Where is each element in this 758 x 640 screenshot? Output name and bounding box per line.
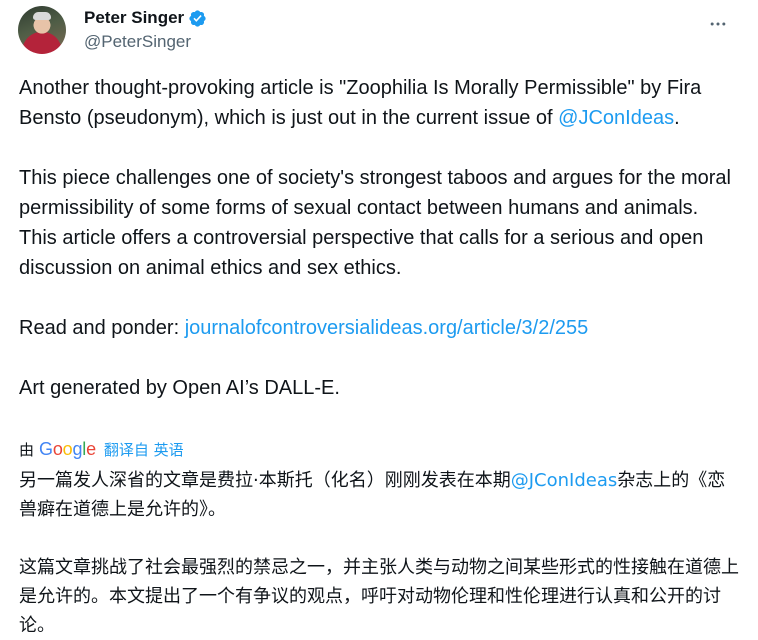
verified-badge-svg bbox=[189, 9, 206, 27]
tweet-text: Another thought-provoking article is "Zo… bbox=[19, 73, 739, 403]
tweet-paragraph-3: Read and ponder: journalofcontroversiali… bbox=[19, 313, 739, 343]
google-letter-g: G bbox=[39, 438, 53, 459]
google-logo: Google bbox=[39, 439, 96, 460]
author-display-name[interactable]: Peter Singer bbox=[84, 8, 184, 28]
google-letter-o2: o bbox=[62, 438, 73, 459]
author-handle[interactable]: @PeterSinger bbox=[84, 32, 191, 52]
article-link[interactable]: journalofcontroversialideas.org/article/… bbox=[185, 317, 589, 339]
verified-badge-icon[interactable] bbox=[188, 9, 207, 28]
tweet-paragraph-4: Art generated by Open AI’s DALL-E. bbox=[19, 377, 340, 399]
translation-attribution: 由 Google 翻译自 英语 bbox=[19, 437, 184, 461]
translated-from-link[interactable]: 翻译自 英语 bbox=[104, 439, 184, 460]
more-options-button[interactable] bbox=[704, 10, 732, 38]
translated-paragraph-2: 这篇文章挑战了社会最强烈的禁忌之一，并主张人类与动物之间某些形式的性接触在道德上… bbox=[19, 557, 739, 636]
translated-paragraph-1: 另一篇发人深省的文章是费拉·本斯托（化名）刚刚发表在本期@JConIdeas杂志… bbox=[19, 466, 741, 524]
google-letter-e: e bbox=[86, 438, 96, 459]
google-letter-o1: o bbox=[52, 438, 63, 459]
read-and-ponder-label: Read and ponder: bbox=[19, 317, 185, 339]
tweet-paragraph-1: Another thought-provoking article is "Zo… bbox=[19, 73, 739, 133]
tweet-header: Peter Singer @PeterSinger bbox=[18, 4, 740, 58]
google-letter-g2: g bbox=[72, 438, 83, 459]
mention-link-jconideas[interactable]: @JConIdeas bbox=[558, 107, 674, 129]
translated-mention-link-jconideas[interactable]: @JConIdeas bbox=[511, 470, 618, 491]
tweet-paragraph-2: This piece challenges one of society's s… bbox=[19, 167, 732, 279]
avatar[interactable] bbox=[18, 6, 66, 54]
author-name-row: Peter Singer bbox=[84, 6, 207, 30]
tweet: Peter Singer @PeterSinger Another though… bbox=[0, 0, 758, 640]
avatar-hair bbox=[33, 12, 51, 20]
more-options-icon bbox=[710, 22, 726, 26]
translated-by-label: 由 bbox=[19, 440, 35, 459]
translated-text: 另一篇发人深省的文章是费拉·本斯托（化名）刚刚发表在本期@JConIdeas杂志… bbox=[19, 466, 741, 640]
translated-paragraph-1-text: 另一篇发人深省的文章是费拉·本斯托（化名）刚刚发表在本期 bbox=[19, 470, 511, 491]
tweet-paragraph-1-end: . bbox=[674, 107, 680, 129]
